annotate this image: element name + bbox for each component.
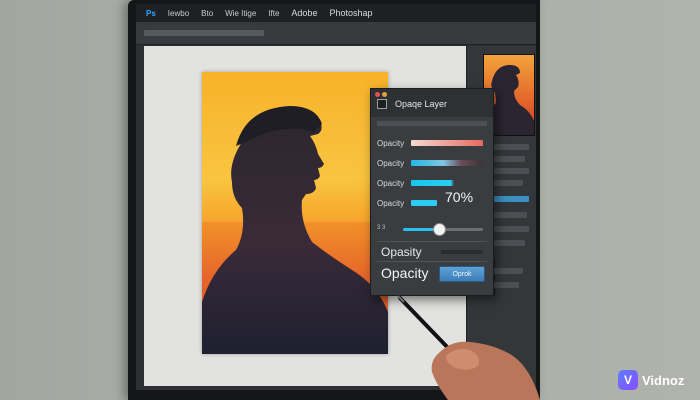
opacity-row-label: Opacity xyxy=(377,179,405,188)
menu-item-4[interactable]: Ifte xyxy=(268,9,279,18)
panel-row-selected[interactable] xyxy=(489,196,529,202)
ps-logo-icon[interactable]: Ps xyxy=(146,9,156,18)
opacity-slider-cyan[interactable] xyxy=(411,200,437,206)
menu-item-3[interactable]: Wie Itige xyxy=(225,9,256,18)
ok-button[interactable]: Oprok xyxy=(439,266,485,282)
opasity-field[interactable] xyxy=(441,250,483,254)
dialog-divider xyxy=(377,241,487,242)
menu-item-adobe[interactable]: Adobe xyxy=(291,8,317,18)
document-tab[interactable] xyxy=(144,30,264,36)
opacity-slider-red[interactable] xyxy=(411,140,483,146)
minimize-dot-icon[interactable] xyxy=(382,92,387,97)
opacity-label: Opacity xyxy=(381,265,429,281)
opacity-slider-cyan[interactable] xyxy=(411,160,483,166)
opacity-row-label: Opacity xyxy=(377,159,405,168)
panel-row[interactable] xyxy=(489,180,523,186)
options-bar xyxy=(136,22,536,45)
vidnoz-logo-icon: V xyxy=(618,370,638,390)
scene: Ps Iewbo Bto Wie Itige Ifte Adobe Photos… xyxy=(0,0,700,400)
menu-item-1[interactable]: Iewbo xyxy=(168,9,189,18)
opacity-slider-cyan[interactable] xyxy=(411,180,483,186)
dialog-title: Opaqe Layer xyxy=(395,99,448,109)
panel-row[interactable] xyxy=(489,226,529,232)
opacity-dialog: Opaqe Layer Opacity Opacity Opacity Opac… xyxy=(370,88,494,296)
slider-label: 3 3 xyxy=(377,225,386,231)
slider-knob[interactable] xyxy=(432,223,446,236)
vidnoz-logo-text: Vidnoz xyxy=(642,372,685,388)
opacity-percent-value: 70% xyxy=(445,189,474,205)
app-name: Photoshap xyxy=(329,8,373,18)
silhouette-photo xyxy=(202,72,388,354)
silhouette-graphic xyxy=(202,106,388,354)
layer-icon xyxy=(377,99,387,109)
opacity-row-label: Opacity xyxy=(377,139,405,148)
opasity-label: Opasity xyxy=(381,245,422,259)
panel-row[interactable] xyxy=(489,156,525,162)
opacity-row-label: Opacity xyxy=(377,199,405,208)
panel-row[interactable] xyxy=(489,268,523,274)
dialog-divider xyxy=(377,121,487,126)
panel-row[interactable] xyxy=(489,240,525,246)
menu-item-2[interactable]: Bto xyxy=(201,9,213,18)
panel-row[interactable] xyxy=(489,144,529,150)
panel-row[interactable] xyxy=(489,168,529,174)
dialog-divider xyxy=(377,261,487,262)
close-dot-icon[interactable] xyxy=(375,92,380,97)
panel-row[interactable] xyxy=(489,212,527,218)
vidnoz-logo: V Vidnoz xyxy=(618,366,696,394)
menu-bar: Ps Iewbo Bto Wie Itige Ifte Adobe Photos… xyxy=(136,4,536,22)
dialog-header: Opaqe Layer xyxy=(371,89,493,117)
